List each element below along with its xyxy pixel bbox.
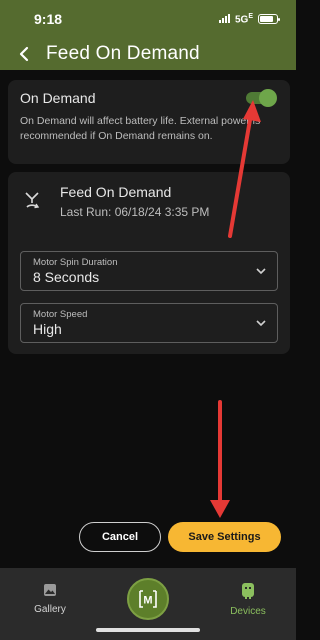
signal-icon [218, 14, 230, 24]
on-demand-title: On Demand [20, 90, 96, 106]
home-logo-button[interactable]: M [127, 578, 169, 620]
feed-title: Feed On Demand [60, 184, 172, 200]
motor-spin-duration-label: Motor Spin Duration [33, 257, 118, 268]
on-demand-description: On Demand will affect battery life. Exte… [20, 115, 261, 142]
motor-speed-label: Motor Speed [33, 309, 88, 320]
nav-gallery-label: Gallery [34, 604, 66, 615]
last-run-text: Last Run: 06/18/24 3:35 PM [60, 205, 210, 219]
svg-text:M: M [143, 595, 152, 607]
cancel-button[interactable]: Cancel [79, 522, 161, 552]
nav-devices[interactable]: Devices [226, 582, 270, 617]
chevron-down-icon [256, 320, 266, 327]
title-bar: Feed On Demand [0, 38, 296, 70]
home-indicator [96, 628, 200, 632]
chevron-down-icon [256, 268, 266, 275]
save-settings-button[interactable]: Save Settings [168, 522, 281, 552]
feed-on-demand-card: Feed On Demand Last Run: 06/18/24 3:35 P… [8, 172, 290, 354]
motor-speed-value: High [33, 321, 62, 337]
on-demand-card: On Demand On Demand will affect battery … [8, 80, 290, 164]
status-indicators: 5GE [218, 12, 280, 26]
status-time: 9:18 [34, 11, 63, 27]
feeder-spin-icon [25, 192, 40, 209]
logo-icon: M [139, 590, 157, 608]
annotation-arrow-save [210, 400, 230, 518]
on-demand-toggle[interactable] [246, 89, 277, 107]
toggle-knob [259, 89, 277, 107]
network-label: 5GE [234, 12, 253, 26]
battery-icon [258, 13, 280, 24]
nav-devices-label: Devices [230, 606, 266, 617]
back-arrow-icon[interactable] [14, 44, 34, 64]
page-title: Feed On Demand [46, 43, 200, 64]
nav-gallery[interactable]: Gallery [30, 582, 70, 615]
status-bar: 9:18 5GE [0, 0, 296, 38]
motor-spin-duration-select[interactable]: Motor Spin Duration 8 Seconds [20, 251, 278, 291]
image-icon [44, 584, 56, 596]
motor-speed-select[interactable]: Motor Speed High [20, 303, 278, 343]
device-icon [242, 583, 254, 599]
motor-spin-duration-value: 8 Seconds [33, 269, 100, 285]
